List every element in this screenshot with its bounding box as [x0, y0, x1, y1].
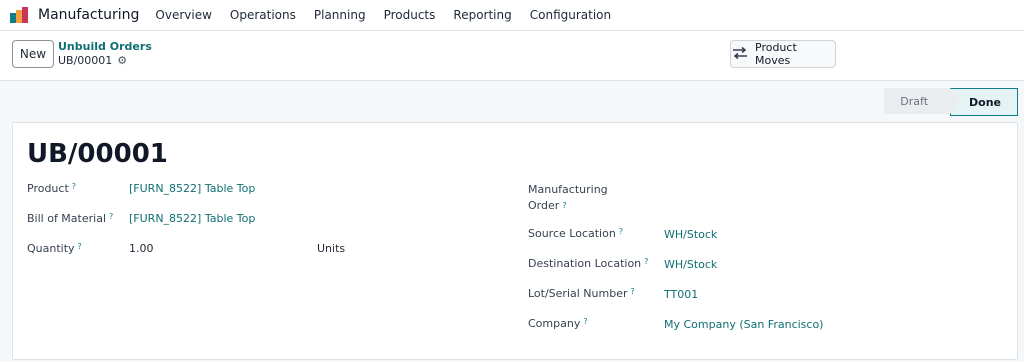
product-moves-label: Product Moves [755, 41, 797, 67]
top-navbar: Manufacturing Overview Operations Planni… [0, 0, 1024, 31]
app-title[interactable]: Manufacturing [38, 7, 139, 23]
product-moves-button[interactable]: Product Moves [730, 40, 836, 68]
status-bar: Draft Done [884, 88, 1018, 116]
breadcrumb-unbuild-orders[interactable]: Unbuild Orders [58, 40, 152, 53]
control-panel: New Unbuild Orders UB/00001 ⚙ Product Mo… [0, 31, 1024, 81]
lot-label-text: Lot/Serial Number [528, 287, 628, 300]
gear-icon[interactable]: ⚙ [117, 54, 127, 67]
bom-label: Bill of Material? [27, 212, 113, 225]
breadcrumb-current-label: UB/00001 [58, 54, 113, 67]
form-sheet: UB/00001 Product? [FURN_8522] Table Top … [12, 122, 1018, 360]
menu-products[interactable]: Products [384, 8, 436, 22]
menu-operations[interactable]: Operations [230, 8, 296, 22]
menu-planning[interactable]: Planning [314, 8, 366, 22]
stage-done[interactable]: Done [950, 88, 1018, 116]
main-menu: Overview Operations Planning Products Re… [155, 8, 629, 22]
record-title: UB/00001 [27, 139, 168, 169]
lot-serial-field[interactable]: TT001 [664, 288, 698, 301]
uom-field[interactable]: Units [317, 242, 345, 255]
dest-label-text: Destination Location [528, 257, 642, 270]
bom-label-text: Bill of Material [27, 212, 106, 225]
company-label: Company? [528, 317, 588, 330]
mo-label-line2: Order [528, 199, 560, 212]
product-label-text: Product [27, 182, 69, 195]
menu-overview[interactable]: Overview [155, 8, 212, 22]
lot-label: Lot/Serial Number? [528, 287, 635, 300]
quantity-field[interactable]: 1.00 [129, 242, 154, 255]
menu-configuration[interactable]: Configuration [530, 8, 611, 22]
help-icon[interactable]: ? [72, 182, 76, 191]
dest-label: Destination Location? [528, 257, 648, 270]
help-icon[interactable]: ? [619, 227, 623, 236]
menu-reporting[interactable]: Reporting [453, 8, 511, 22]
help-icon[interactable]: ? [583, 317, 587, 326]
bom-field[interactable]: [FURN_8522] Table Top [129, 212, 255, 225]
quantity-label: Quantity? [27, 242, 82, 255]
manufacturing-app-icon[interactable] [10, 7, 32, 23]
source-label: Source Location? [528, 227, 623, 240]
help-icon[interactable]: ? [644, 257, 648, 266]
stage-draft[interactable]: Draft [884, 88, 951, 114]
quantity-label-text: Quantity [27, 242, 75, 255]
mo-label: Manufacturing Order? [528, 182, 608, 214]
source-label-text: Source Location [528, 227, 616, 240]
help-icon[interactable]: ? [78, 242, 82, 251]
arrows-exchange-icon [731, 46, 749, 62]
new-button[interactable]: New [12, 40, 54, 68]
product-label: Product? [27, 182, 76, 195]
help-icon[interactable]: ? [109, 212, 113, 221]
source-location-field[interactable]: WH/Stock [664, 228, 717, 241]
mo-label-line1: Manufacturing [528, 183, 608, 196]
help-icon[interactable]: ? [562, 201, 566, 210]
breadcrumb-current: UB/00001 ⚙ [58, 54, 127, 67]
help-icon[interactable]: ? [631, 287, 635, 296]
company-field[interactable]: My Company (San Francisco) [664, 318, 823, 331]
destination-location-field[interactable]: WH/Stock [664, 258, 717, 271]
product-field[interactable]: [FURN_8522] Table Top [129, 182, 255, 195]
company-label-text: Company [528, 317, 581, 330]
